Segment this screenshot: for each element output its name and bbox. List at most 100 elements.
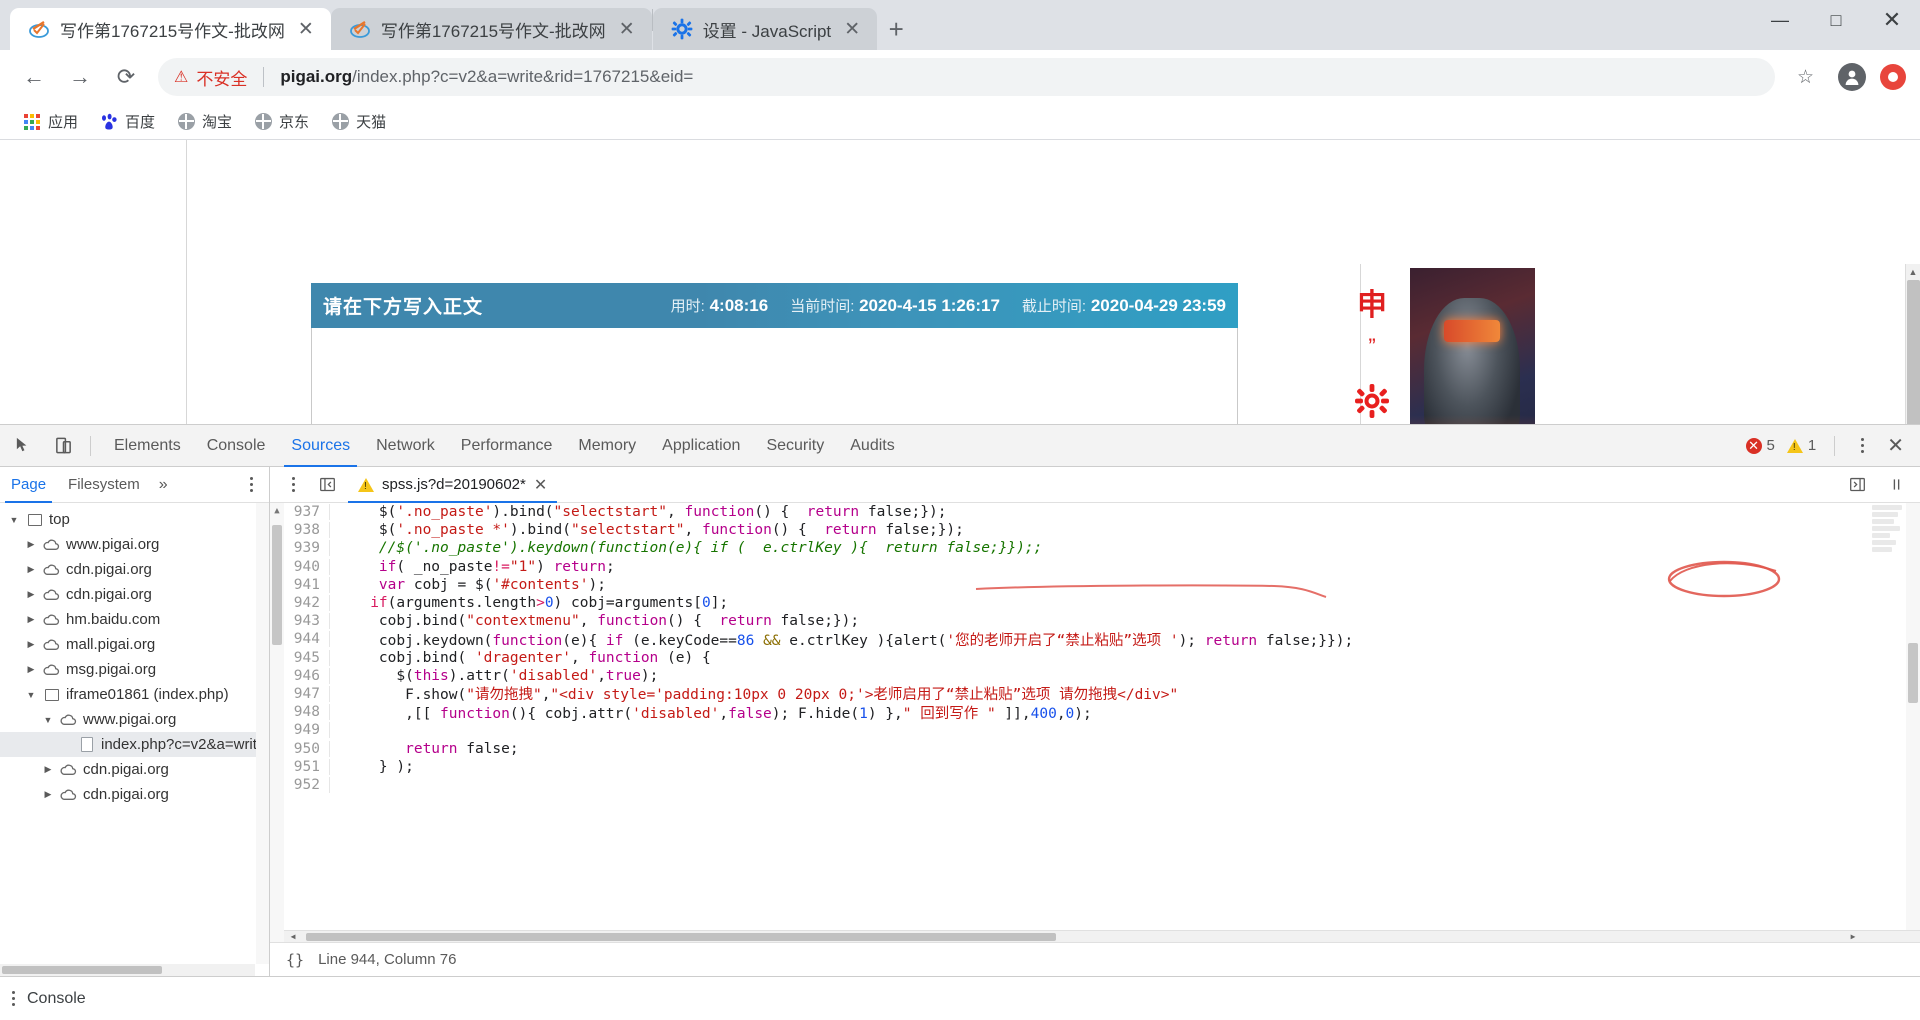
tree-item-mall-pigai[interactable]: ▶ mall.pigai.org	[0, 632, 269, 657]
twisty-icon[interactable]: ▶	[25, 639, 37, 650]
code-line[interactable]: 942 if(arguments.length>0) cobj=argument…	[284, 594, 1920, 612]
code-line[interactable]: 940 if( _no_paste!="1") return;	[284, 558, 1920, 576]
advertisement-banner-image[interactable]	[1410, 268, 1535, 424]
floating-ad-sidebar[interactable]: 申 ”	[1348, 280, 1396, 418]
tab-network[interactable]: Network	[363, 425, 448, 467]
code-line[interactable]: 946 $(this).attr('disabled',true);	[284, 667, 1920, 685]
scroll-right-arrow-icon[interactable]: ▶	[1846, 931, 1860, 942]
reload-icon[interactable]: ⟳	[106, 57, 146, 97]
bookmark-jd[interactable]: 京东	[245, 108, 318, 135]
bookmark-star-icon[interactable]: ☆	[1787, 66, 1824, 89]
editor-left-scroll[interactable]: ▲	[270, 503, 284, 942]
code-line[interactable]: 943 cobj.bind("contextmenu", function() …	[284, 612, 1920, 630]
warning-count-badge[interactable]: 1	[1783, 437, 1820, 454]
code-line[interactable]: 948 ,[[ function(){ cobj.attr('disabled'…	[284, 703, 1920, 722]
code-line[interactable]: 939 //$('.no_paste').keydown(function(e)…	[284, 539, 1920, 557]
tab-elements[interactable]: Elements	[101, 425, 194, 467]
pretty-print-icon[interactable]: {}	[286, 951, 304, 969]
devtools-close-icon[interactable]: ✕	[1879, 433, 1912, 458]
bookmark-apps[interactable]: 应用	[14, 108, 87, 135]
twisty-icon[interactable]: ▼	[42, 715, 54, 725]
page-vertical-scrollbar[interactable]: ▲	[1905, 264, 1920, 424]
drawer-tab-console[interactable]: Console	[27, 990, 86, 1008]
nav-tab-page[interactable]: Page	[0, 467, 57, 503]
page-file-tree[interactable]: ▼ top ▶ www.pigai.org ▶ cdn.pigai.org ▶ …	[0, 503, 269, 976]
tree-item-www-pigai-1[interactable]: ▶ www.pigai.org	[0, 532, 269, 557]
show-navigator-icon[interactable]	[312, 470, 342, 500]
editor-horizontal-scrollbar[interactable]: ◀ ▶	[284, 930, 1920, 942]
new-tab-button[interactable]: +	[877, 10, 915, 48]
twisty-icon[interactable]: ▶	[25, 664, 37, 675]
editor-tab-close-icon[interactable]: ✕	[534, 475, 547, 495]
minimize-button[interactable]: —	[1752, 0, 1808, 40]
code-line[interactable]: 937 $('.no_paste').bind("selectstart", f…	[284, 503, 1920, 521]
bookmark-taobao[interactable]: 淘宝	[168, 108, 241, 135]
code-line[interactable]: 952	[284, 776, 1920, 794]
tree-horizontal-scrollbar[interactable]	[0, 964, 255, 976]
tree-item-msg-pigai[interactable]: ▶ msg.pigai.org	[0, 657, 269, 682]
tab-close-icon[interactable]: ✕	[616, 18, 638, 41]
tree-vertical-scrollbar[interactable]	[256, 503, 269, 964]
scrollbar-thumb[interactable]	[272, 525, 282, 645]
back-icon[interactable]: ←	[14, 57, 54, 97]
twisty-icon[interactable]: ▶	[25, 614, 37, 625]
scrollbar-thumb[interactable]	[1908, 643, 1918, 703]
show-debugger-icon[interactable]	[1842, 470, 1872, 500]
essay-text-editor[interactable]	[311, 328, 1238, 424]
tree-item-cdn-pigai-1[interactable]: ▶ cdn.pigai.org	[0, 557, 269, 582]
twisty-icon[interactable]: ▼	[8, 515, 20, 525]
twisty-icon[interactable]: ▶	[42, 789, 54, 800]
tab-performance[interactable]: Performance	[448, 425, 566, 467]
tree-item-www-pigai-2[interactable]: ▼ www.pigai.org	[0, 707, 269, 732]
drawer-more-options-icon[interactable]	[12, 991, 15, 1006]
tree-item-iframe01861[interactable]: ▼ iframe01861 (index.php)	[0, 682, 269, 707]
browser-tab-3[interactable]: 设置 - JavaScript ✕	[652, 8, 878, 50]
extension-icon[interactable]	[1880, 64, 1906, 90]
browser-tab-1[interactable]: 写作第1767215号作文-批改网 ✕	[10, 8, 331, 50]
device-toolbar-icon[interactable]	[46, 429, 80, 463]
scrollbar-thumb[interactable]	[1907, 280, 1920, 424]
tab-memory[interactable]: Memory	[565, 425, 649, 467]
twisty-icon[interactable]: ▼	[25, 690, 37, 700]
twisty-icon[interactable]: ▶	[25, 564, 37, 575]
bookmark-baidu[interactable]: 百度	[91, 108, 164, 135]
code-line[interactable]: 947 F.show("请勿拖拽","<div style='padding:1…	[284, 685, 1920, 703]
scroll-left-arrow-icon[interactable]: ◀	[286, 931, 300, 942]
tab-console[interactable]: Console	[194, 425, 279, 467]
open-drawer-icon[interactable]	[1884, 470, 1914, 500]
code-line[interactable]: 938 $('.no_paste *').bind("selectstart",…	[284, 521, 1920, 539]
tree-item-cdn-pigai-4[interactable]: ▶ cdn.pigai.org	[0, 782, 269, 807]
scroll-up-arrow-icon[interactable]: ▲	[270, 506, 284, 516]
bookmark-tmall[interactable]: 天猫	[322, 108, 395, 135]
scrollbar-thumb[interactable]	[2, 966, 162, 974]
inspect-element-icon[interactable]	[6, 429, 40, 463]
tab-close-icon[interactable]: ✕	[295, 18, 317, 41]
avatar[interactable]	[1838, 63, 1866, 91]
editor-vertical-scrollbar[interactable]	[1906, 503, 1920, 930]
editor-more-options-icon[interactable]	[280, 477, 306, 492]
tab-sources[interactable]: Sources	[278, 425, 363, 467]
code-content[interactable]: 937 $('.no_paste').bind("selectstart", f…	[284, 503, 1920, 942]
navigator-more-tabs-icon[interactable]: »	[151, 476, 176, 494]
nav-tab-filesystem[interactable]: Filesystem	[57, 467, 151, 503]
tab-application[interactable]: Application	[649, 425, 753, 467]
code-line[interactable]: 949	[284, 721, 1920, 739]
address-bar[interactable]: ⚠ 不安全 pigai.org/index.php?c=v2&a=write&r…	[158, 58, 1775, 96]
scrollbar-thumb[interactable]	[306, 933, 1056, 941]
code-editor[interactable]: ▲ 937 $('.no_paste').bind("selectstart",…	[270, 503, 1920, 942]
tree-item-cdn-pigai-3[interactable]: ▶ cdn.pigai.org	[0, 757, 269, 782]
tree-item-index-php[interactable]: index.php?c=v2&a=write	[0, 732, 269, 757]
twisty-icon[interactable]: ▶	[25, 539, 37, 550]
maximize-button[interactable]: □	[1808, 0, 1864, 40]
browser-tab-2[interactable]: 写作第1767215号作文-批改网 ✕	[330, 8, 652, 50]
code-line[interactable]: 951 } );	[284, 758, 1920, 776]
error-count-badge[interactable]: ✕ 5	[1742, 437, 1779, 454]
tree-item-top[interactable]: ▼ top	[0, 507, 269, 532]
tree-item-cdn-pigai-2[interactable]: ▶ cdn.pigai.org	[0, 582, 269, 607]
devtools-more-options-icon[interactable]	[1849, 438, 1875, 453]
code-line[interactable]: 945 cobj.bind( 'dragenter', function (e)…	[284, 649, 1920, 667]
code-line[interactable]: 941 var cobj = $('#contents');	[284, 576, 1920, 594]
close-window-button[interactable]: ✕	[1864, 0, 1920, 40]
twisty-icon[interactable]: ▶	[25, 589, 37, 600]
forward-icon[interactable]: →	[60, 57, 100, 97]
